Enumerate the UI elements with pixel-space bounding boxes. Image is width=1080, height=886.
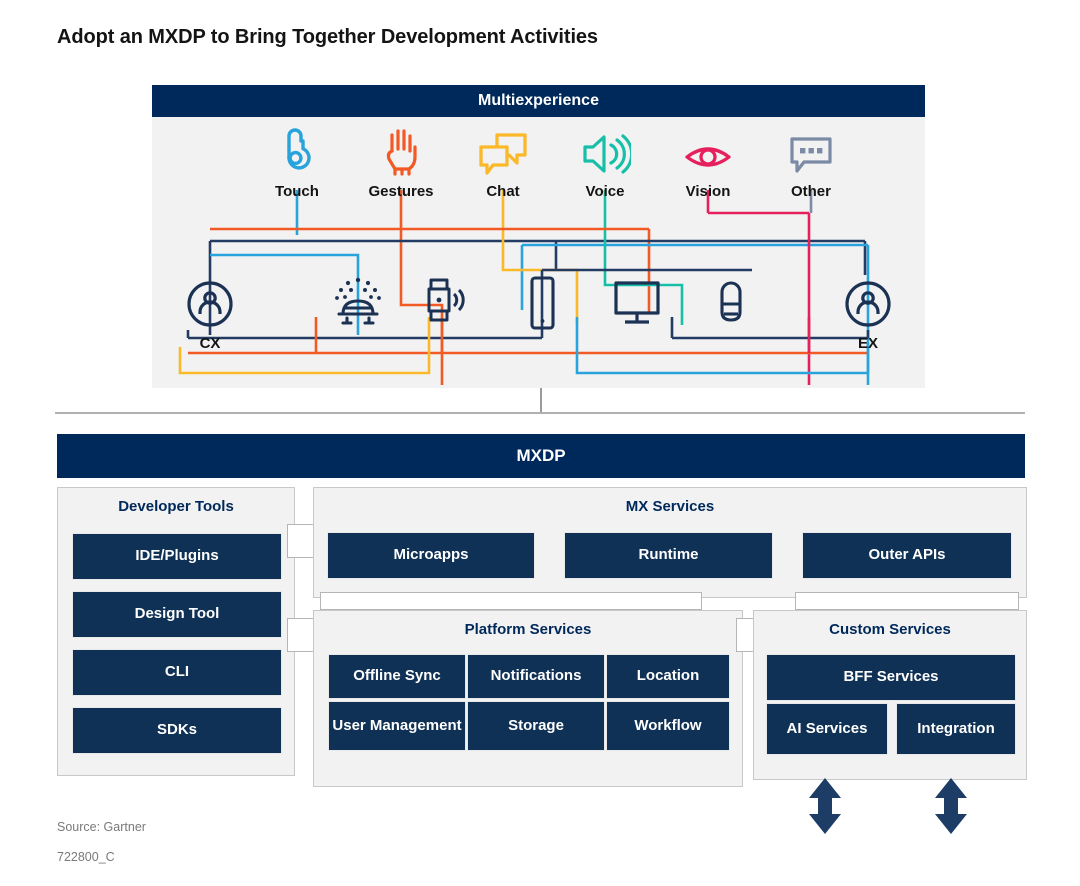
tile-notifications[interactable]: Notifications <box>467 654 605 699</box>
connector-tab-devtools-mxservices <box>287 524 316 558</box>
page-title: Adopt an MXDP to Bring Together Developm… <box>57 26 598 48</box>
horizontal-divider <box>55 412 1025 414</box>
desktop-monitor-icon <box>592 275 682 333</box>
person-circle-icon <box>823 275 913 333</box>
smart-speaker-icon <box>686 275 776 333</box>
tile-design-tool[interactable]: Design Tool <box>72 591 282 638</box>
device-monitor[interactable] <box>592 275 682 335</box>
tile-offline-sync[interactable]: Offline Sync <box>328 654 466 699</box>
device-label: EX <box>857 335 878 352</box>
tile-integration[interactable]: Integration <box>896 703 1016 755</box>
tile-ide-plugins[interactable]: IDE/Plugins <box>72 533 282 580</box>
connector-tab-devtools-platform <box>287 618 316 652</box>
tile-cli[interactable]: CLI <box>72 649 282 696</box>
tile-user-management[interactable]: User Management <box>328 701 466 751</box>
mxdp-bar: MXDP <box>57 434 1025 478</box>
device-autonomous-vehicle[interactable] <box>313 275 403 335</box>
smartphone-icon <box>497 275 587 333</box>
tile-outer-apis[interactable]: Outer APIs <box>802 532 1012 579</box>
custom-services-panel: Custom Services BFF Services AI Services… <box>753 610 1027 780</box>
tile-workflow[interactable]: Workflow <box>606 701 730 751</box>
source-label: Source: Gartner <box>57 820 146 834</box>
tile-ai-services[interactable]: AI Services <box>766 703 888 755</box>
multiexperience-panel: Multiexperience Touch Gestures Chat Voic… <box>152 85 925 388</box>
tile-runtime[interactable]: Runtime <box>564 532 773 579</box>
tile-bff-services[interactable]: BFF Services <box>766 654 1016 701</box>
developer-tools-title: Developer Tools <box>118 498 234 515</box>
tile-microapps[interactable]: Microapps <box>327 532 535 579</box>
platform-services-title: Platform Services <box>464 621 592 638</box>
mx-services-title: MX Services <box>625 498 715 515</box>
tile-location[interactable]: Location <box>606 654 730 699</box>
person-circle-icon <box>165 275 255 333</box>
device-smartphone[interactable] <box>497 275 587 335</box>
device-label: CX <box>199 335 221 352</box>
device-ex[interactable]: EX <box>823 275 913 352</box>
tile-sdks[interactable]: SDKs <box>72 707 282 754</box>
figure-code: 722800_C <box>57 850 115 864</box>
connector-tab-mxservices-platform <box>320 592 702 610</box>
connector-tab-mxservices-custom <box>795 592 1019 610</box>
device-smart-speaker[interactable] <box>686 275 776 335</box>
panel-connector-line <box>540 388 542 413</box>
smartwatch-icon <box>398 275 488 333</box>
device-smartwatch[interactable] <box>398 275 488 335</box>
device-row: CX EX <box>152 85 925 388</box>
diagram-page: Adopt an MXDP to Bring Together Developm… <box>0 0 1080 886</box>
platform-services-panel: Platform Services Offline Sync Notificat… <box>313 610 743 787</box>
autonomous-vehicle-icon <box>313 275 403 333</box>
custom-services-title: Custom Services <box>829 621 951 638</box>
developer-tools-panel: Developer Tools IDE/Plugins Design Tool … <box>57 487 295 776</box>
mx-services-panel: MX Services Microapps Runtime Outer APIs <box>313 487 1027 598</box>
tile-storage[interactable]: Storage <box>467 701 605 751</box>
device-cx[interactable]: CX <box>165 275 255 352</box>
